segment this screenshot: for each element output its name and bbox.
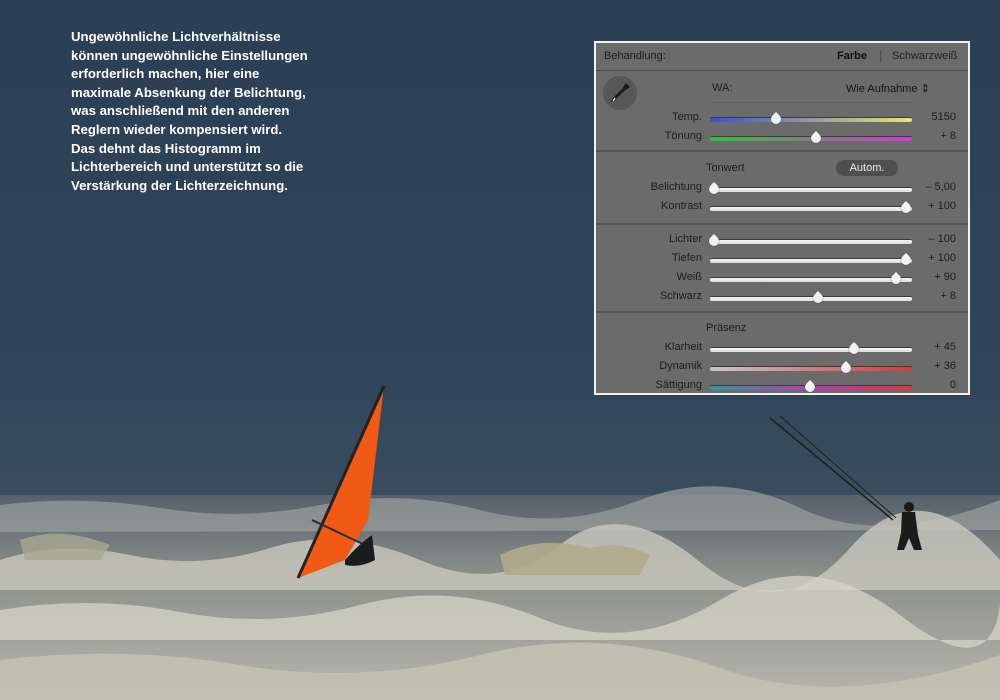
slider-value: 0 [949, 379, 956, 391]
slider-label: Lichter [668, 233, 702, 245]
slider-value: – 100 [928, 233, 956, 245]
wb-select-value: Wie Aufnahme [846, 83, 918, 95]
slider-value: – 5,00 [925, 181, 956, 193]
wb-divider [712, 102, 912, 103]
caption-line: erforderlich machen, hier eine [71, 66, 260, 82]
slider-label: Dynamik [659, 360, 702, 372]
slider-track[interactable] [710, 130, 912, 146]
caption-line: was anschließend mit den anderen [71, 103, 290, 119]
slider-value: + 8 [940, 130, 956, 142]
eyedropper-icon[interactable] [603, 76, 637, 110]
slider-value: + 90 [934, 271, 956, 283]
slider-value: + 45 [934, 341, 956, 353]
caption-line: Das dehnt das Histogramm im [71, 140, 261, 156]
caption-line: Lichterbereich und unterstützt so die [71, 159, 304, 175]
panel-header: Behandlung: Farbe | Schwarzweiß [596, 43, 968, 71]
treatment-bw-option[interactable]: Schwarzweiß [892, 50, 957, 62]
slider-label: Tönung [664, 130, 702, 142]
slider-track[interactable] [706, 233, 912, 249]
slider-label: Schwarz [659, 290, 702, 302]
section-divider [596, 223, 968, 225]
slider-track[interactable] [710, 111, 912, 127]
caption-text: Ungewöhnliche Lichtverhältnisse können u… [71, 28, 331, 195]
slider-label: Temp. [672, 111, 702, 123]
caption-line: maximale Absenkung der Belichtung, [71, 84, 306, 100]
praesenz-label: Präsenz [706, 322, 747, 334]
slider-label: Tiefen [671, 252, 702, 264]
slider-value: + 36 [934, 360, 956, 372]
slider-track[interactable] [710, 360, 912, 376]
slider-track[interactable] [710, 379, 912, 395]
updown-icon: ⇕ [920, 83, 930, 95]
tonwert-label: Tonwert [706, 162, 745, 174]
slider-label: Weiß [676, 271, 702, 283]
auto-button[interactable]: Autom. [836, 160, 898, 176]
treatment-color-option[interactable]: Farbe [837, 50, 867, 62]
slider-label: Sättigung [655, 379, 702, 391]
caption-line: Reglern wieder kompensiert wird. [71, 121, 283, 137]
slider-track[interactable] [710, 290, 912, 306]
slider-track[interactable] [706, 181, 912, 197]
slider-track[interactable] [710, 252, 914, 268]
slider-value: 5150 [931, 111, 956, 123]
section-divider [596, 150, 968, 152]
slider-label: Kontrast [661, 200, 702, 212]
slider-label: Belichtung [650, 181, 702, 193]
slider-value: + 100 [928, 252, 956, 264]
slider-track[interactable] [710, 341, 912, 357]
slider-value: + 100 [928, 200, 956, 212]
slider-value: + 8 [940, 290, 956, 302]
treatment-label: Behandlung: [604, 50, 666, 62]
slider-label: Klarheit [664, 341, 702, 353]
caption-line: Ungewöhnliche Lichtverhältnisse [71, 29, 281, 44]
slider-track[interactable] [710, 271, 912, 287]
develop-panel: Behandlung: Farbe | Schwarzweiß WA: Wie … [594, 41, 970, 395]
header-separator: | [879, 48, 883, 63]
wb-label: WA: [712, 82, 733, 94]
wb-select[interactable]: Wie Aufnahme ⇕ [846, 82, 930, 95]
section-divider [596, 311, 968, 313]
caption-line: können ungewöhnliche Einstellungen [71, 47, 308, 63]
slider-track[interactable] [710, 200, 914, 216]
caption-line: Verstärkung der Lichterzeichnung. [71, 177, 288, 193]
